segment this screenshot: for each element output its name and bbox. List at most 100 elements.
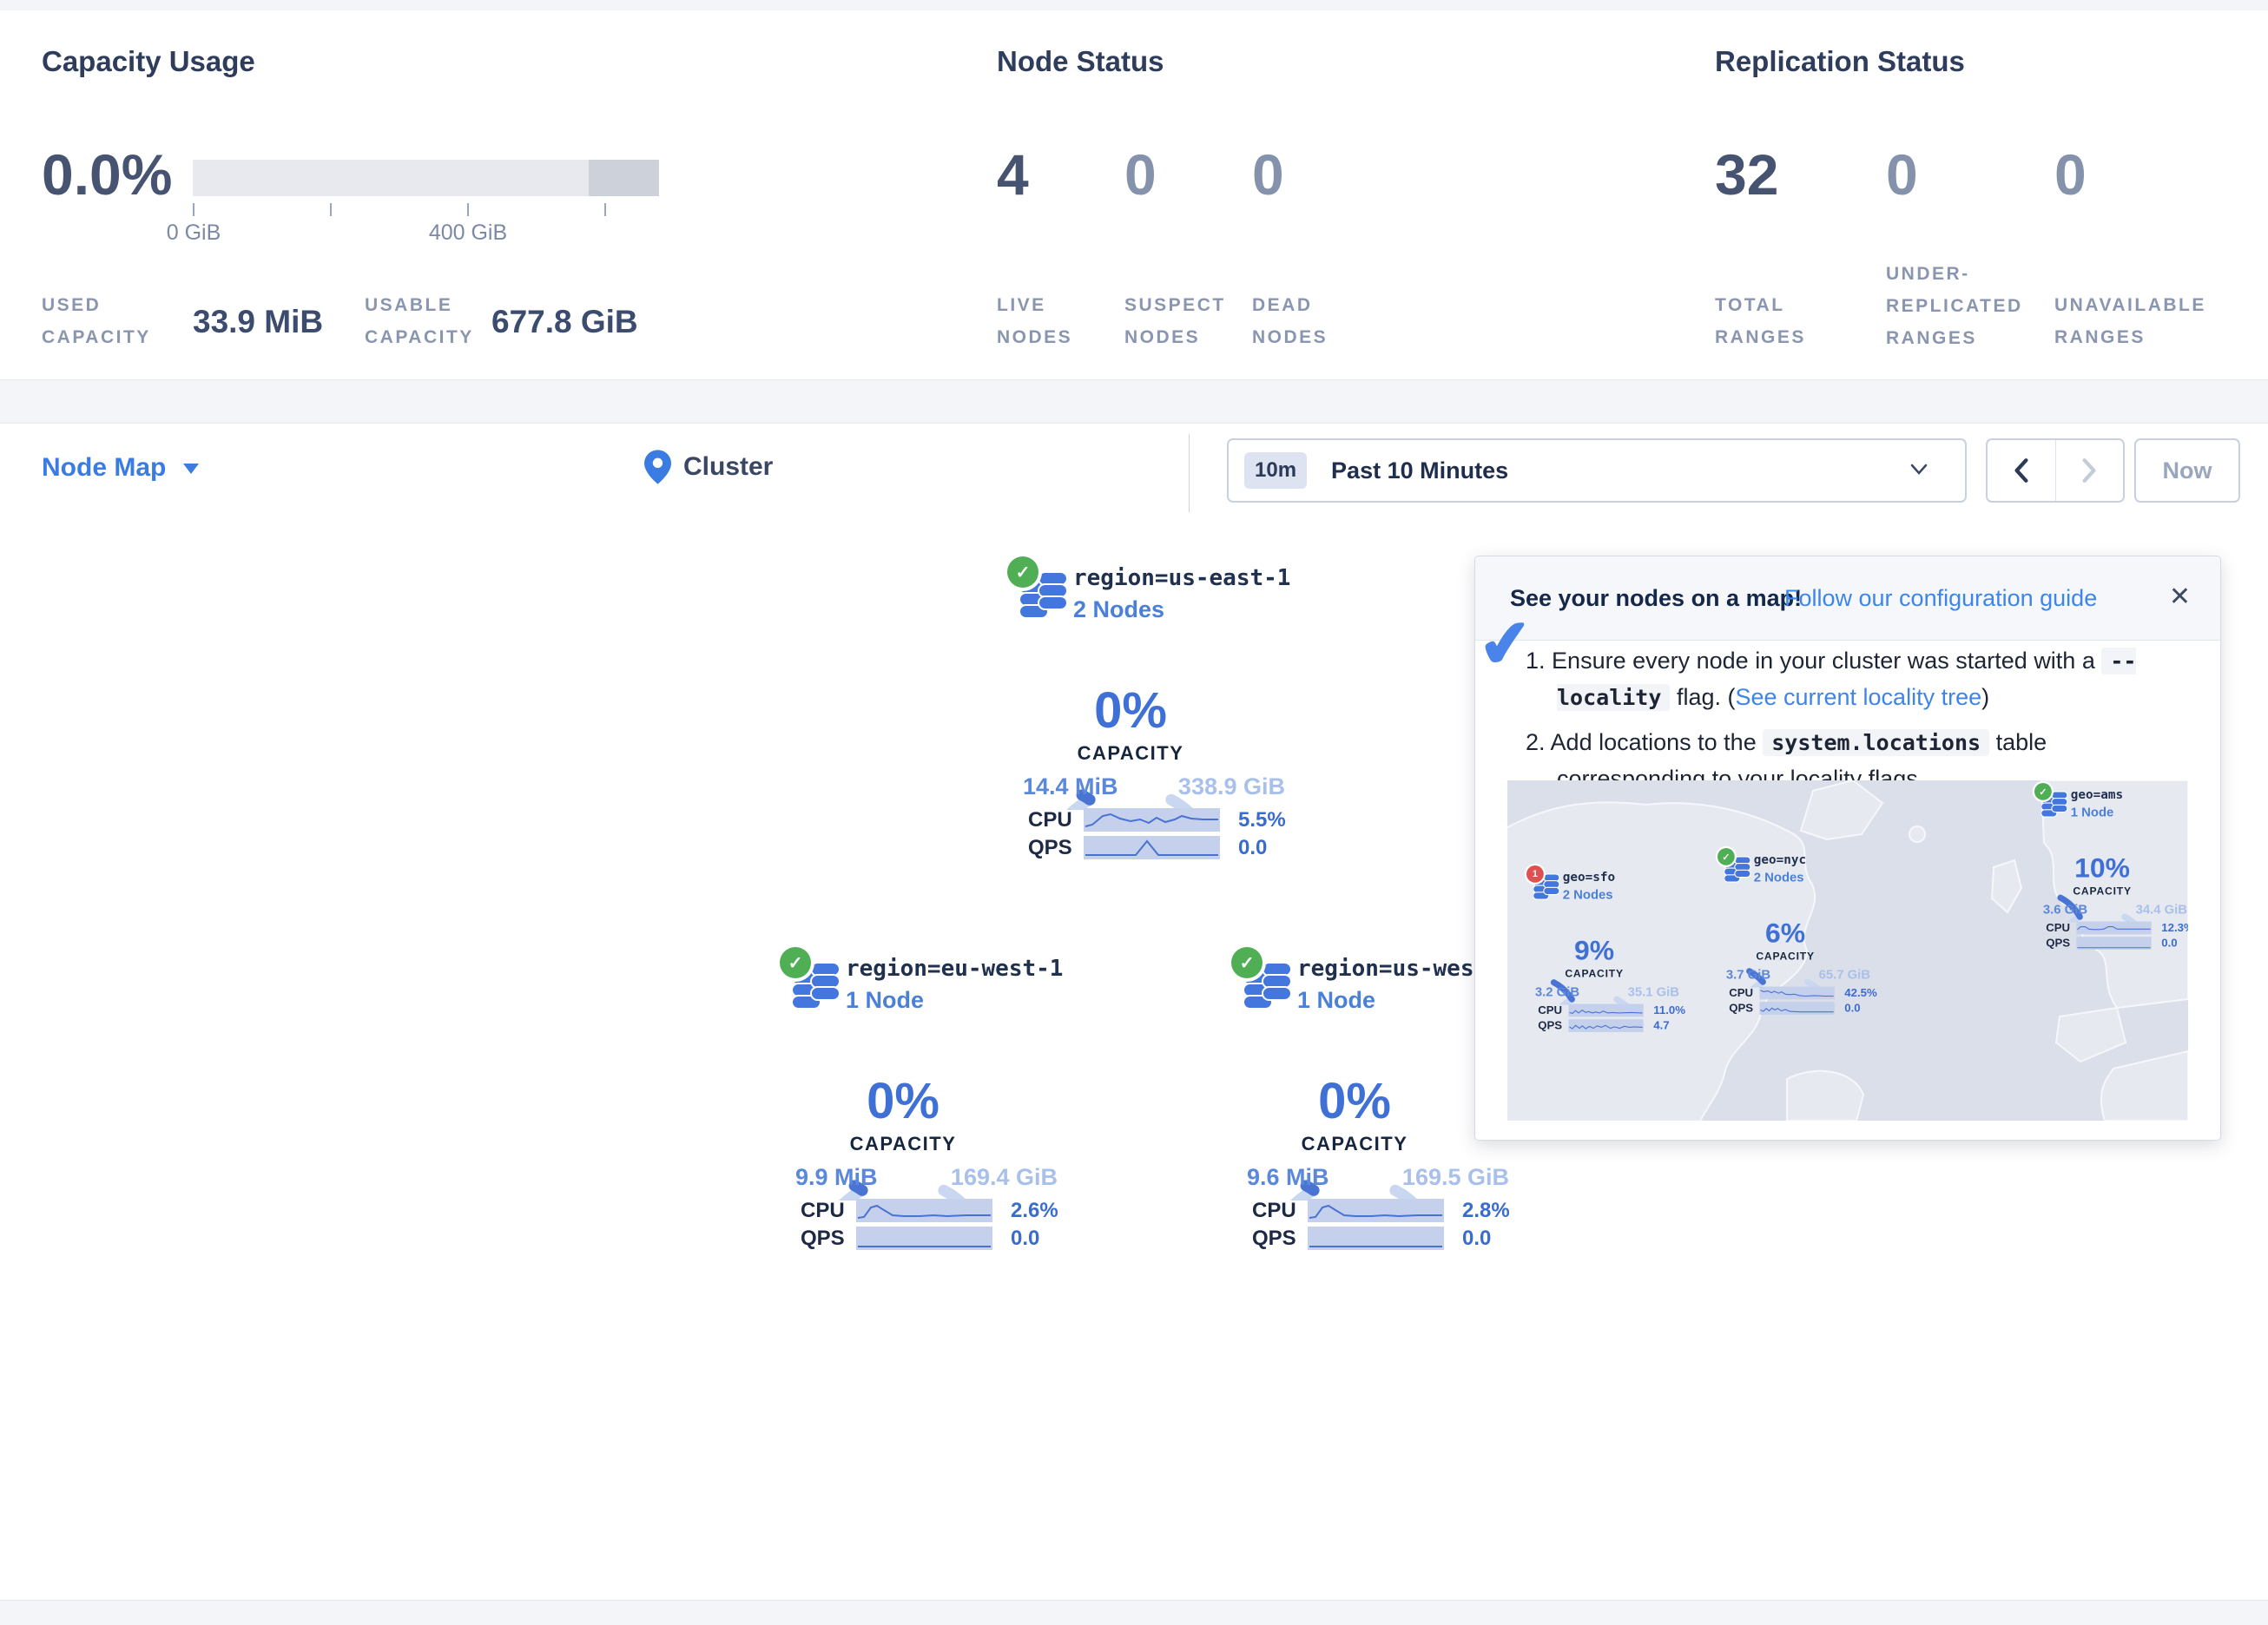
chevron-right-icon <box>2078 457 2100 484</box>
cpu-metric-row: CPU 5.5% <box>1028 808 1289 832</box>
cpu-sparkline <box>2076 922 2151 935</box>
live-nodes-value: 4 <box>997 146 1029 203</box>
qps-metric-row: QPS 4.7 <box>1538 1019 1681 1032</box>
capacity-axis-tick <box>193 203 194 216</box>
locality-tree-link[interactable]: See current locality tree <box>1735 684 1981 710</box>
unavailable-ranges-label: UNAVAILABLE RANGES <box>2054 290 2245 354</box>
breadcrumb-label: Cluster <box>683 452 773 482</box>
locality-card-geo-ams: ✓ geo=ams 1 Node 10% <box>2034 783 2188 951</box>
map-pin-icon <box>644 450 671 484</box>
cpu-value: 11.0% <box>1653 1004 1685 1017</box>
capacity-bar-dark-segment <box>589 160 659 196</box>
qps-value: 0.0 <box>2161 937 2177 950</box>
cpu-metric-row: CPU 12.3% <box>2046 922 2188 935</box>
breadcrumb[interactable]: Cluster <box>644 450 773 484</box>
total-ranges-label: TOTAL RANGES <box>1715 290 1836 354</box>
time-range-dropdown[interactable]: 10m Past 10 Minutes <box>1227 438 1967 503</box>
nodes-count-link[interactable]: 2 Nodes <box>1073 596 1164 623</box>
time-range-label: Past 10 Minutes <box>1331 457 1508 484</box>
setup-step-1: 1. Ensure every node in your cluster was… <box>1526 643 2191 716</box>
qps-sparkline <box>856 1227 992 1250</box>
cpu-sparkline <box>1308 1199 1444 1222</box>
qps-label: QPS <box>2046 937 2070 950</box>
locality-card-eu-west-1: ✓ region=eu-west-1 1 Node 0% CAPACITY 9.… <box>780 947 1071 1251</box>
cpu-metric-row: CPU 2.6% <box>801 1199 1061 1223</box>
capacity-axis-tick <box>467 203 469 216</box>
locality-card-geo-nyc: ✓ geo=nyc 2 Nodes 6% <box>1717 848 1878 1016</box>
capacity-gauge-label: CAPACITY <box>1263 1133 1447 1155</box>
nodes-count-link[interactable]: 2 Nodes <box>1754 870 1804 885</box>
capacity-gauge-label: CAPACITY <box>1544 968 1645 980</box>
cluster-summary-panel: Capacity Usage 0.0% 0 GiB 400 GiB USED C… <box>0 10 2268 380</box>
step-text: ) <box>1981 684 1989 710</box>
total-capacity: 338.9 GiB <box>1120 773 1285 800</box>
locality-name: region=us-east-1 <box>1073 565 1290 591</box>
capacity-usage-bar <box>193 160 659 196</box>
close-icon[interactable]: ✕ <box>2169 584 2191 610</box>
time-range-chip: 10m <box>1244 452 1307 489</box>
qps-metric-row: QPS 0.0 <box>1252 1227 1513 1251</box>
time-back-button[interactable] <box>1988 440 2055 501</box>
unavailable-ranges-value: 0 <box>2054 146 2087 203</box>
nodes-count-link[interactable]: 2 Nodes <box>1563 887 1613 902</box>
capacity-percent: 0% <box>1263 1072 1447 1130</box>
total-ranges-value: 32 <box>1715 146 1778 203</box>
qps-label: QPS <box>1028 836 1072 860</box>
capacity-usage-percent: 0.0% <box>42 146 172 203</box>
locality-card-geo-sfo: 1 geo=sfo 2 Nodes 9% <box>1526 865 1687 1033</box>
cpu-label: CPU <box>1538 1004 1562 1017</box>
qps-value: 0.0 <box>1011 1227 1039 1251</box>
total-capacity: 65.7 GiB <box>1780 968 1871 983</box>
capacity-percent: 0% <box>1038 681 1223 740</box>
qps-label: QPS <box>1729 1002 1753 1015</box>
capacity-percent: 0% <box>811 1072 995 1130</box>
capacity-percent: 10% <box>2052 852 2153 884</box>
cpu-label: CPU <box>1028 808 1072 832</box>
nodes-count-link[interactable]: 1 Node <box>1297 987 1375 1014</box>
cpu-value: 2.6% <box>1011 1199 1058 1223</box>
capacity-axis-tick <box>330 203 332 216</box>
cpu-value: 5.5% <box>1238 808 1286 832</box>
qps-metric-row: QPS 0.0 <box>2046 937 2188 950</box>
capacity-gauge-label: CAPACITY <box>1735 951 1836 963</box>
view-mode-dropdown[interactable]: Node Map <box>42 453 199 483</box>
step-text: Add locations to the <box>1551 729 1757 755</box>
used-capacity: 14.4 MiB <box>1023 773 1118 800</box>
cpu-sparkline <box>1084 808 1220 832</box>
qps-label: QPS <box>1538 1019 1562 1032</box>
qps-metric-row: QPS 0.0 <box>801 1227 1061 1251</box>
cpu-label: CPU <box>801 1199 845 1223</box>
capacity-axis-tick <box>604 203 606 216</box>
cpu-metric-row: CPU 2.8% <box>1252 1199 1513 1223</box>
step-text: Ensure every node in your cluster was st… <box>1552 648 2095 674</box>
time-forward-button[interactable] <box>2055 440 2124 501</box>
capacity-gauge-label: CAPACITY <box>1038 742 1223 765</box>
cpu-label: CPU <box>1729 987 1753 1000</box>
chevron-left-icon <box>2010 457 2033 484</box>
under-replicated-ranges-label: UNDER-REPLICATED RANGES <box>1886 259 2064 354</box>
dead-nodes-label: DEAD NODES <box>1252 290 1356 354</box>
total-capacity: 169.4 GiB <box>893 1164 1058 1191</box>
capacity-gauge-label: CAPACITY <box>811 1133 995 1155</box>
capacity-percent: 6% <box>1735 917 1836 949</box>
cpu-sparkline <box>1759 987 1834 1000</box>
qps-value: 4.7 <box>1653 1019 1669 1032</box>
capacity-usage-title: Capacity Usage <box>42 45 255 78</box>
under-replicated-ranges-value: 0 <box>1886 146 1918 203</box>
cpu-label: CPU <box>2046 922 2070 935</box>
cpu-metric-row: CPU 42.5% <box>1729 987 1872 1000</box>
usable-capacity-value: 677.8 GiB <box>491 304 638 340</box>
qps-sparkline <box>1568 1019 1643 1032</box>
step-number: 2. <box>1526 729 1546 755</box>
used-capacity-label: USED CAPACITY <box>42 290 189 354</box>
nodes-count-link[interactable]: 1 Node <box>846 987 924 1014</box>
replication-status-title: Replication Status <box>1715 45 1965 78</box>
cpu-value: 2.8% <box>1462 1199 1510 1223</box>
now-button[interactable]: Now <box>2134 438 2240 503</box>
status-ok-icon: ✓ <box>780 947 811 978</box>
status-ok-icon: ✓ <box>2034 783 2052 800</box>
used-capacity: 9.9 MiB <box>795 1164 878 1191</box>
nodes-count-link[interactable]: 1 Node <box>2071 805 2114 819</box>
configuration-guide-link[interactable]: Follow our configuration guide <box>1784 585 2097 612</box>
step-text: flag. ( <box>1677 684 1736 710</box>
